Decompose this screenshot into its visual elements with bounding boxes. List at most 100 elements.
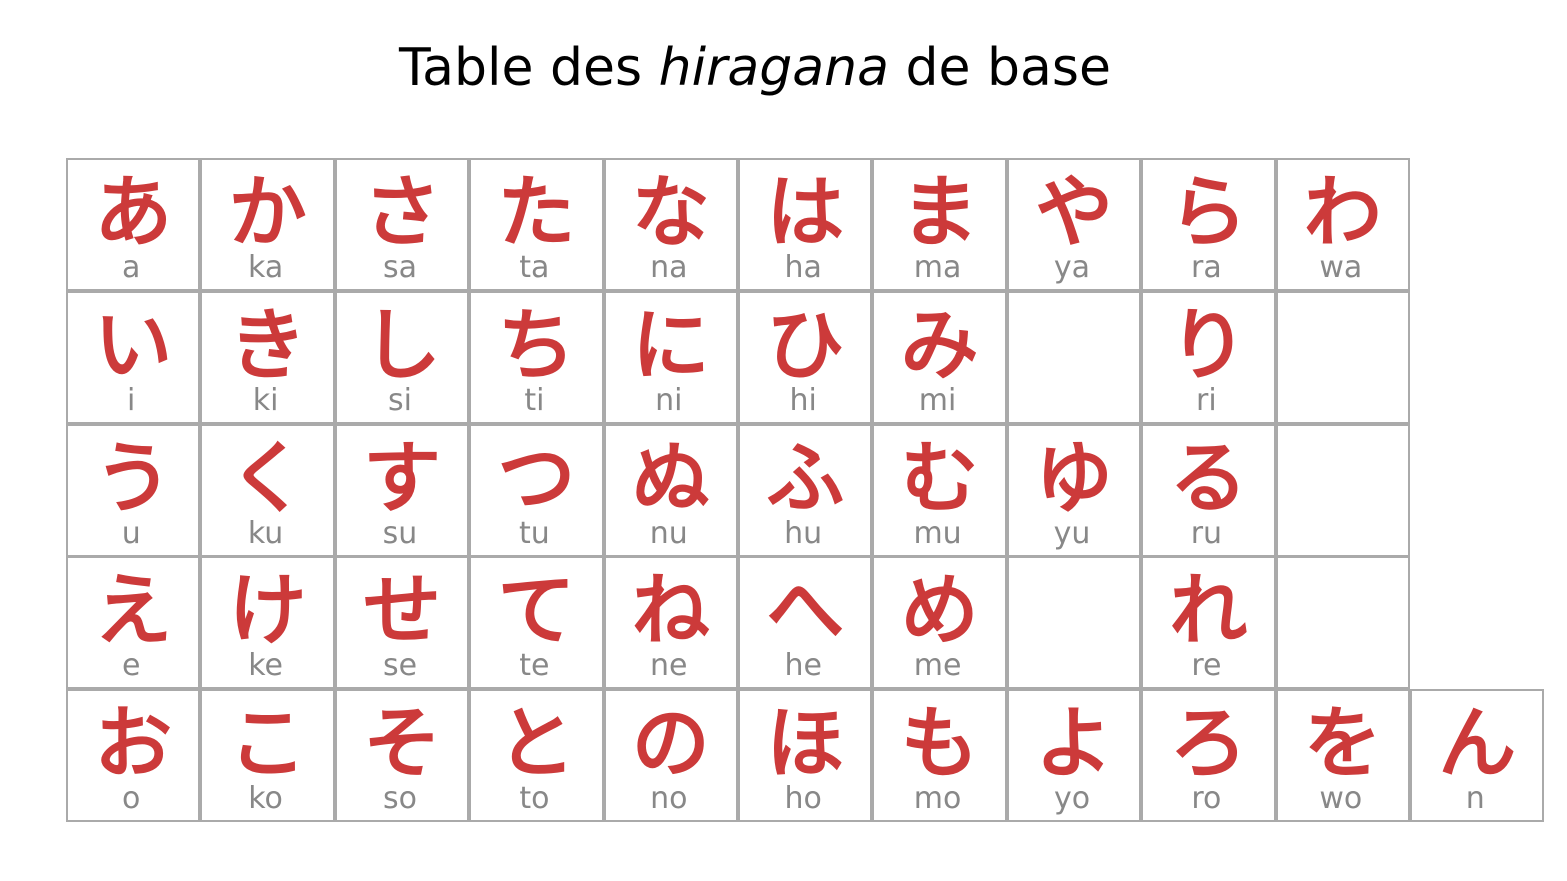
- kana-character: の: [631, 699, 710, 790]
- romaji-label: re: [1191, 648, 1222, 684]
- romaji-label: no: [650, 781, 688, 817]
- kana-character: い: [94, 300, 173, 391]
- kana-cell: うu: [66, 423, 201, 557]
- romaji-label: su: [382, 515, 418, 551]
- kana-cell: れ re: [1141, 556, 1276, 690]
- kana-character: み: [900, 300, 979, 391]
- romaji-label: tu: [518, 515, 550, 551]
- title-text: Table des: [399, 38, 659, 98]
- romaji-label: yu: [1053, 515, 1091, 551]
- romaji-label: so: [383, 781, 417, 817]
- kana-cell: き ki: [200, 290, 335, 424]
- kana-character: や: [1034, 168, 1113, 258]
- romaji-label: u: [121, 515, 141, 551]
- empty-cell: [1006, 290, 1142, 424]
- romaji-label: ra: [1191, 250, 1222, 285]
- kana-cell: ぬ nu: [603, 423, 738, 557]
- kana-cell: る ru: [1141, 423, 1276, 557]
- romaji-label: ma: [913, 250, 962, 285]
- kana-cell: せ se: [334, 556, 470, 690]
- kana-cell: し si: [334, 290, 470, 424]
- romaji-label: ko: [248, 781, 283, 817]
- romaji-label: he: [784, 648, 822, 684]
- romaji-label: hu: [784, 515, 823, 551]
- kana-cell: の no: [603, 689, 738, 823]
- empty-cell: [1006, 556, 1142, 690]
- kana-character: え: [94, 566, 173, 657]
- kana-character: お: [94, 699, 173, 790]
- kana-cell: あa: [66, 158, 201, 291]
- kana-cell: つ tu: [469, 423, 604, 557]
- romaji-label: wa: [1319, 250, 1363, 285]
- kana-cell: り ri: [1141, 290, 1276, 424]
- kana-cell: た ta: [469, 158, 604, 291]
- kana-cell: も mo: [872, 689, 1007, 823]
- kana-character: し: [362, 300, 441, 391]
- kana-character: に: [631, 300, 710, 391]
- kana-character: う: [94, 433, 173, 524]
- kana-cell: こ ko: [200, 689, 335, 823]
- romaji-label: wo: [1319, 781, 1363, 817]
- romaji-label: ki: [252, 382, 279, 418]
- kana-cell: おo: [66, 689, 201, 823]
- kana-character: つ: [497, 433, 576, 524]
- kana-cell: ふ hu: [738, 423, 873, 557]
- kana-character: さ: [362, 168, 441, 258]
- romaji-label: n: [1465, 781, 1485, 817]
- romaji-label: ri: [1196, 382, 1217, 418]
- kana-cell: わ wa: [1275, 158, 1410, 291]
- kana-character: ち: [497, 300, 576, 391]
- romaji-label: ha: [784, 250, 822, 285]
- kana-cell: め me: [872, 556, 1007, 690]
- romaji-label: ni: [655, 382, 683, 418]
- kana-cell: ち ti: [469, 290, 604, 424]
- kana-character: ね: [631, 566, 710, 657]
- kana-character: り: [1169, 300, 1248, 391]
- kana-cell: を wo: [1275, 689, 1410, 823]
- romaji-label: ya: [1053, 250, 1091, 285]
- romaji-label: i: [127, 382, 136, 418]
- kana-character: ん: [1438, 699, 1517, 790]
- kana-character: ら: [1169, 168, 1248, 258]
- kana-cell: ゆ yu: [1006, 423, 1142, 557]
- romaji-label: na: [650, 250, 688, 285]
- kana-cell: や ya: [1006, 158, 1142, 291]
- title-italic: hiragana: [658, 38, 889, 98]
- kana-cell: よ yo: [1006, 689, 1142, 823]
- kana-character: ふ: [766, 433, 845, 524]
- kana-cell: ね ne: [603, 556, 738, 690]
- romaji-label: yo: [1053, 781, 1091, 817]
- kana-cell: く ku: [200, 423, 335, 557]
- kana-cell: いi: [66, 290, 201, 424]
- kana-character: ろ: [1169, 699, 1248, 790]
- kana-character: を: [1303, 699, 1382, 790]
- kana-cell: は ha: [738, 158, 873, 291]
- kana-cell: ま ma: [872, 158, 1007, 291]
- kana-cell: て te: [469, 556, 604, 690]
- kana-character: す: [362, 433, 441, 524]
- kana-character: あ: [94, 168, 173, 258]
- kana-cell: か ka: [200, 158, 335, 291]
- romaji-label: ne: [650, 648, 688, 684]
- kana-cell: さ sa: [334, 158, 470, 291]
- kana-character: て: [497, 566, 576, 657]
- kana-cell: えe: [66, 556, 201, 690]
- kana-character: か: [228, 168, 307, 258]
- kana-cell: ひ hi: [738, 290, 873, 424]
- kana-character: ほ: [766, 699, 845, 790]
- kana-cell: と to: [469, 689, 604, 823]
- kana-character: け: [228, 566, 307, 657]
- kana-character: る: [1169, 433, 1248, 524]
- romaji-label: te: [519, 648, 550, 684]
- romaji-label: mo: [913, 781, 962, 817]
- kana-character: は: [766, 168, 845, 258]
- romaji-label: mi: [918, 382, 957, 418]
- kana-character: め: [900, 566, 979, 657]
- empty-cell: [1275, 290, 1410, 424]
- empty-cell: [1275, 556, 1410, 690]
- kana-cell: け ke: [200, 556, 335, 690]
- kana-character: も: [900, 699, 979, 790]
- romaji-label: si: [388, 382, 412, 418]
- romaji-label: nu: [649, 515, 688, 551]
- kana-cell: ほ ho: [738, 689, 873, 823]
